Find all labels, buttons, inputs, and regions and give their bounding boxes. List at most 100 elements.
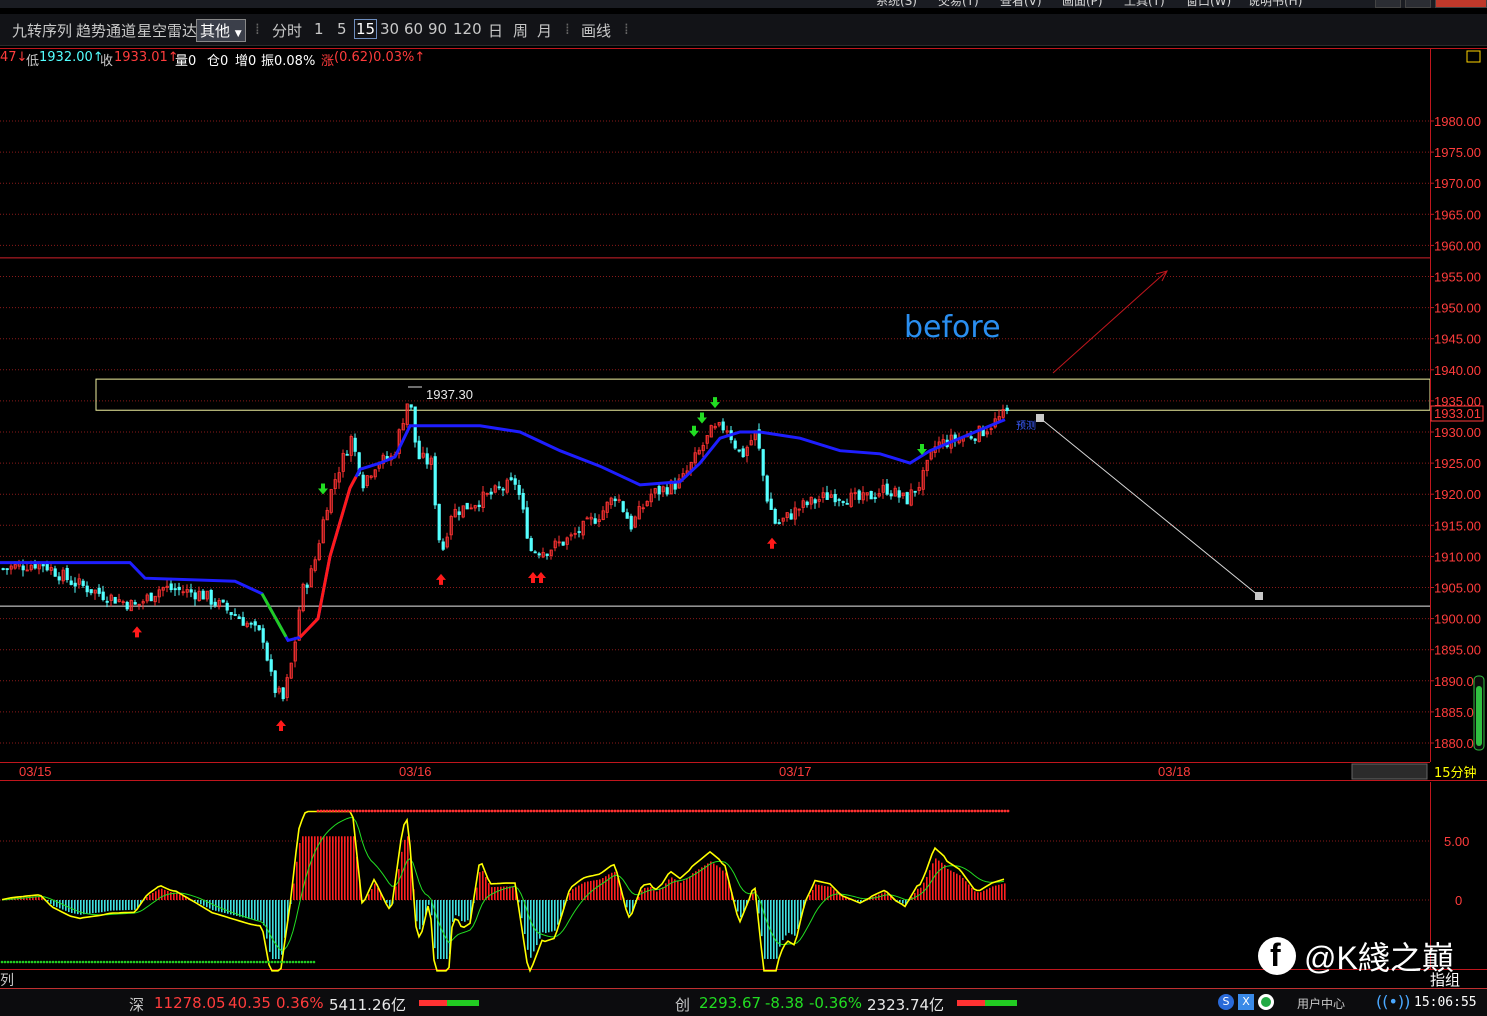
signal-band-dot	[967, 809, 971, 813]
resistance-box[interactable]	[95, 378, 1431, 411]
maximize-button[interactable]	[1405, 0, 1431, 8]
macd-bar	[305, 836, 307, 900]
period-5[interactable]: 5	[337, 20, 347, 38]
price-tick-label: 1930.00	[1434, 425, 1481, 440]
signal-band-dot	[15, 960, 19, 964]
signal-band-dot	[276, 960, 280, 964]
signal-band-dot	[325, 809, 329, 813]
left-tab-label[interactable]: 列	[0, 970, 14, 990]
x-icon[interactable]: X	[1238, 994, 1254, 1010]
projection-handle-end[interactable]	[1255, 592, 1263, 600]
period-120[interactable]: 120	[453, 20, 482, 38]
period-1[interactable]: 1	[314, 20, 324, 38]
period-30[interactable]: 30	[380, 20, 399, 38]
chuang-index[interactable]: 2293.67	[699, 994, 761, 1012]
candle-body	[857, 490, 861, 500]
macd-bar	[821, 885, 823, 900]
macd-bar	[884, 892, 886, 900]
shen-strength-bar	[419, 1000, 447, 1006]
user-center-button[interactable]: 用户中心	[1297, 995, 1345, 1012]
macd-bar	[119, 900, 121, 911]
shen-index[interactable]: 11278.05	[154, 994, 226, 1012]
signal-band-dot	[847, 809, 851, 813]
refresh-icon[interactable]	[1258, 994, 1274, 1010]
signal-band-dot	[135, 960, 139, 964]
draw-line-button[interactable]: 画线	[581, 20, 611, 41]
signal-band-dot	[958, 809, 962, 813]
menu-window[interactable]: 窗口(W)	[1186, 0, 1231, 9]
macd-bar	[77, 900, 79, 915]
signal-band-dot	[472, 809, 476, 813]
candle-body	[561, 541, 565, 546]
macd-bar	[98, 900, 100, 913]
minimize-button[interactable]	[1375, 0, 1401, 8]
candle-body	[889, 493, 893, 497]
signal-band-dot	[550, 809, 554, 813]
signal-band-dot	[799, 809, 803, 813]
down-projection-line[interactable]	[1039, 417, 1260, 597]
signal-band-dot	[712, 809, 716, 813]
period-15[interactable]: 15	[354, 19, 378, 39]
signal-band-dot	[673, 809, 677, 813]
macd-bar	[341, 836, 343, 900]
menu-tools[interactable]: 工具(T)	[1124, 0, 1165, 9]
signal-band-dot	[913, 809, 917, 813]
macd-bar	[536, 900, 538, 946]
tb-trend-channel[interactable]: 趋势通道	[76, 20, 136, 41]
signal-band-dot	[331, 809, 335, 813]
signal-band-dot	[814, 809, 818, 813]
candle-body	[805, 501, 809, 506]
menu-trade[interactable]: 交易(T)	[938, 0, 979, 9]
menu-system[interactable]: 系统(S)	[876, 0, 917, 9]
signal-band-dot	[622, 809, 626, 813]
candle-body	[969, 436, 973, 439]
candle-body	[721, 421, 725, 431]
signal-band-dot	[949, 809, 953, 813]
signal-band-dot	[303, 960, 307, 964]
tb-other-dropdown[interactable]: 其他 ▼	[196, 19, 246, 42]
macd-bar	[779, 900, 781, 947]
signal-band-dot	[406, 809, 410, 813]
signal-band-dot	[412, 809, 416, 813]
s-icon[interactable]: S	[1218, 994, 1234, 1010]
macd-bar	[83, 900, 85, 915]
candle-body	[825, 492, 829, 500]
signal-band-dot	[697, 809, 701, 813]
period-month[interactable]: 月	[537, 20, 552, 41]
tb-nine-turn[interactable]: 九转序列	[12, 20, 72, 41]
signal-band-dot	[373, 809, 377, 813]
macd-bar	[434, 900, 436, 949]
signal-band-dot	[868, 809, 872, 813]
up-trend-arrow[interactable]	[1052, 270, 1168, 374]
macd-bar	[251, 900, 253, 920]
period-tick[interactable]: 分时	[272, 20, 302, 41]
period-week[interactable]: 周	[513, 20, 528, 41]
menu-help[interactable]: 说明书(H)	[1248, 0, 1302, 9]
macd-bar	[836, 891, 838, 900]
candle-body	[353, 437, 357, 452]
panel-toggle-icon[interactable]	[1466, 50, 1481, 63]
signal-band-dot	[670, 809, 674, 813]
period-day[interactable]: 日	[488, 20, 503, 41]
macd-bar	[482, 871, 484, 900]
menu-screen[interactable]: 画面(P)	[1062, 0, 1103, 9]
signal-band-dot	[367, 809, 371, 813]
signal-band-dot	[595, 809, 599, 813]
price-chart[interactable]: 1980.00 1975.00 1970.00 1965.00 1960.00 1955.…	[0, 48, 1487, 762]
signal-band-dot	[679, 809, 683, 813]
close-button[interactable]	[1435, 0, 1487, 8]
tb-radar[interactable]: 星空雷达	[137, 20, 197, 41]
signal-band-dot	[688, 809, 692, 813]
signal-band-dot	[63, 960, 67, 964]
macd-bar	[419, 900, 421, 930]
projection-handle-start[interactable]	[1036, 414, 1044, 422]
period-60[interactable]: 60	[404, 20, 423, 38]
menu-view[interactable]: 查看(V)	[1000, 0, 1042, 9]
macd-bar	[758, 900, 760, 914]
period-90[interactable]: 90	[428, 20, 447, 38]
signal-band-dot	[21, 960, 25, 964]
macd-bar	[59, 900, 61, 909]
signal-band-dot	[748, 809, 752, 813]
horizontal-scrollbar[interactable]	[1351, 763, 1428, 780]
macd-bar	[962, 877, 964, 900]
